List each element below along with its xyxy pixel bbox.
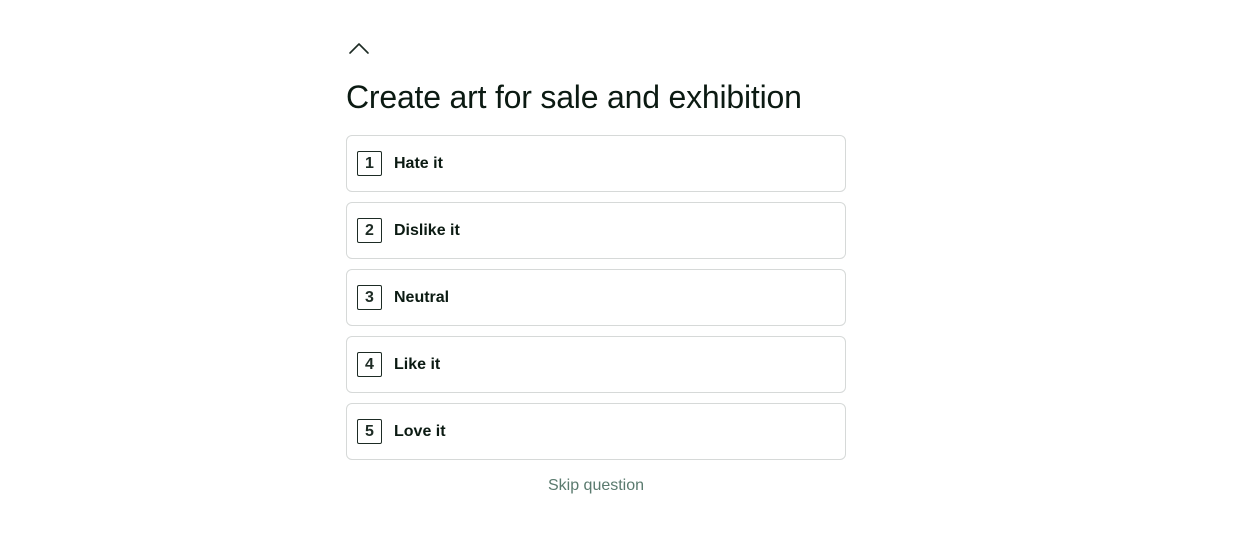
option-dislike-it[interactable]: 2 Dislike it — [346, 202, 846, 259]
option-neutral[interactable]: 3 Neutral — [346, 269, 846, 326]
option-love-it[interactable]: 5 Love it — [346, 403, 846, 460]
option-label: Neutral — [394, 288, 450, 306]
option-label: Dislike it — [394, 221, 460, 239]
option-key-badge: 3 — [357, 285, 382, 310]
option-label: Like it — [394, 355, 441, 373]
option-key-badge: 5 — [357, 419, 382, 444]
option-key-badge: 1 — [357, 151, 382, 176]
option-key-badge: 4 — [357, 352, 382, 377]
option-label: Love it — [394, 422, 446, 440]
chevron-up-icon — [348, 40, 370, 56]
option-like-it[interactable]: 4 Like it — [346, 336, 846, 393]
answer-options: 1 Hate it 2 Dislike it 3 Neutral 4 Like … — [346, 135, 846, 470]
option-key-badge: 2 — [357, 218, 382, 243]
skip-question-link[interactable]: Skip question — [346, 477, 846, 495]
option-label: Hate it — [394, 154, 443, 172]
previous-question-button[interactable] — [348, 40, 370, 56]
option-hate-it[interactable]: 1 Hate it — [346, 135, 846, 192]
question-title: Create art for sale and exhibition — [346, 79, 802, 115]
